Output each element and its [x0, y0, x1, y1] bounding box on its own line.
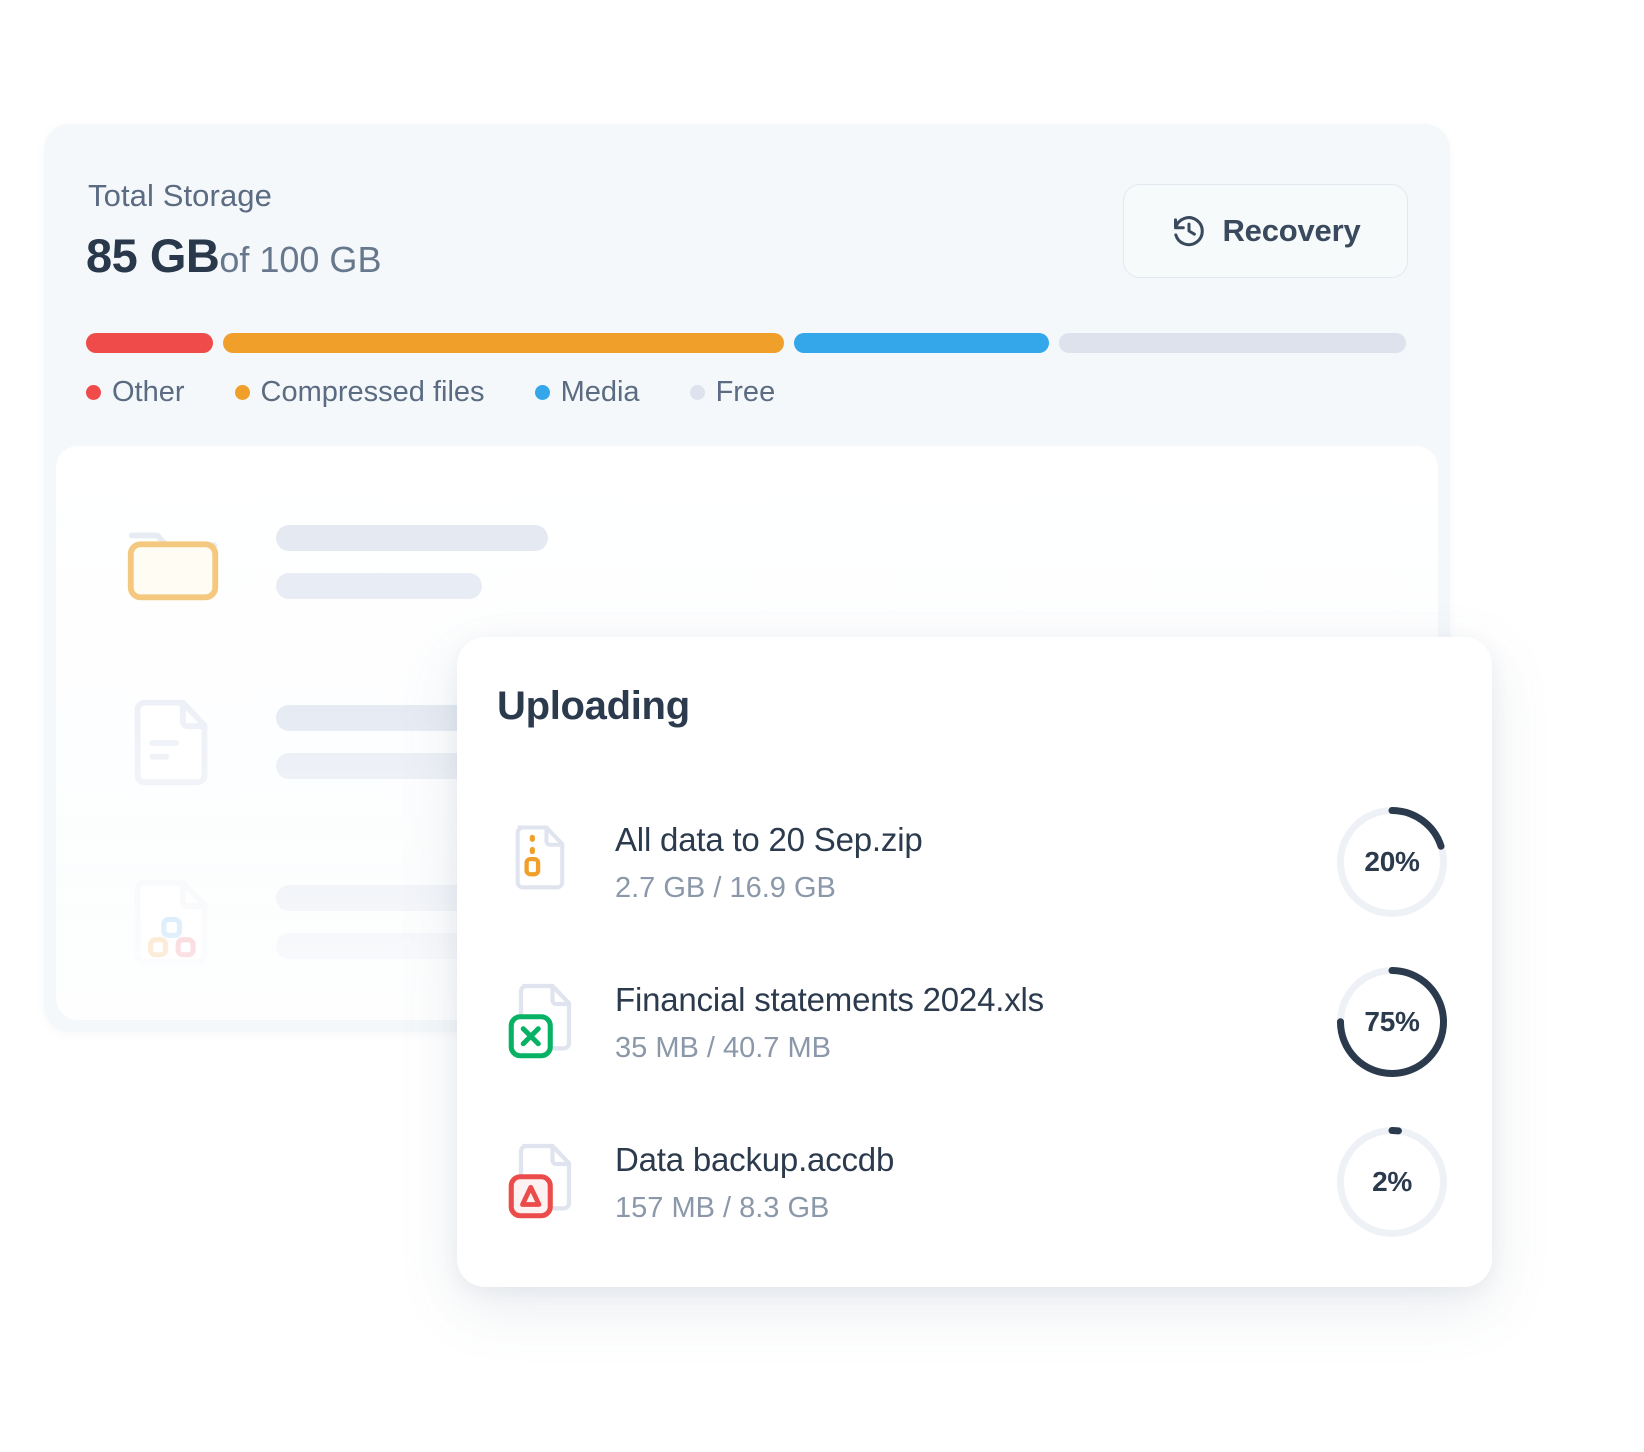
upload-progress-label: 2% — [1372, 1166, 1412, 1197]
upload-file-meta: All data to 20 Sep.zip 2.7 GB / 16.9 GB — [593, 819, 1332, 904]
history-restore-icon — [1171, 213, 1207, 249]
storage-legend: Other Compressed files Media Free — [86, 376, 825, 409]
upload-row[interactable]: Data backup.accdb 157 MB / 8.3 GB 2% — [497, 1102, 1452, 1262]
upload-file-size: 35 MB / 40.7 MB — [615, 1031, 831, 1064]
page-title: Total Storage — [88, 178, 272, 213]
uploading-file-list: All data to 20 Sep.zip 2.7 GB / 16.9 GB 20… — [497, 782, 1452, 1262]
document-icon — [118, 684, 228, 799]
skeleton-line — [276, 524, 548, 551]
legend-color-dot — [86, 385, 101, 400]
folder-icon — [118, 504, 228, 619]
recovery-button-label: Recovery — [1222, 213, 1361, 248]
legend-item-media: Media — [534, 376, 640, 409]
legend-label: Compressed files — [260, 376, 485, 408]
upload-file-size: 157 MB / 8.3 GB — [615, 1191, 830, 1224]
zip-file-icon — [497, 816, 593, 908]
storage-amount: 85 GBof 100 GB — [86, 228, 381, 283]
uploading-title: Uploading — [497, 684, 690, 728]
legend-color-dot — [534, 385, 550, 400]
storage-total-value: of 100 GB — [219, 239, 382, 280]
usage-segment-free — [1059, 333, 1406, 353]
upload-file-meta: Financial statements 2024.xls 35 MB / 40.… — [593, 979, 1332, 1064]
storage-usage-bar — [86, 333, 1406, 353]
legend-label: Media — [560, 376, 640, 408]
upload-file-name: Data backup.accdb — [615, 1141, 895, 1179]
upload-progress-ring: 2% — [1332, 1126, 1452, 1238]
legend-item-other: Other — [86, 376, 185, 409]
legend-label: Free — [715, 376, 776, 408]
skeleton-line — [276, 572, 482, 599]
usage-segment-compressed-files — [222, 333, 784, 353]
legend-item-free: Free — [689, 376, 776, 409]
upload-file-name: All data to 20 Sep.zip — [615, 821, 923, 859]
legend-item-compressed-files: Compressed files — [234, 376, 485, 409]
upload-row[interactable]: All data to 20 Sep.zip 2.7 GB / 16.9 GB 20… — [497, 782, 1452, 942]
legend-color-dot — [689, 385, 705, 400]
uploading-card: Uploading All data to 20 Sep.zip 2.7 GB /… — [457, 637, 1492, 1287]
access-file-icon — [497, 1132, 593, 1232]
usage-segment-other — [86, 333, 213, 353]
legend-label: Other — [112, 376, 185, 408]
image-file-icon — [118, 864, 228, 979]
page-root: Total Storage 85 GBof 100 GB Recovery Ot… — [0, 0, 1644, 1452]
upload-progress-ring: 20% — [1332, 806, 1452, 918]
upload-progress-ring: 75% — [1332, 966, 1452, 1078]
list-item — [118, 504, 548, 619]
storage-used-value: 85 GB — [86, 229, 220, 282]
upload-progress-label: 75% — [1364, 1006, 1420, 1037]
legend-color-dot — [234, 385, 250, 400]
upload-file-name: Financial statements 2024.xls — [615, 981, 1044, 1019]
usage-segment-media — [793, 333, 1050, 353]
upload-file-size: 2.7 GB / 16.9 GB — [615, 871, 836, 904]
upload-progress-label: 20% — [1364, 846, 1420, 877]
upload-file-meta: Data backup.accdb 157 MB / 8.3 GB — [593, 1139, 1332, 1224]
upload-row[interactable]: Financial statements 2024.xls 35 MB / 40.… — [497, 942, 1452, 1102]
excel-file-icon — [497, 972, 593, 1072]
recovery-button[interactable]: Recovery — [1123, 184, 1408, 278]
